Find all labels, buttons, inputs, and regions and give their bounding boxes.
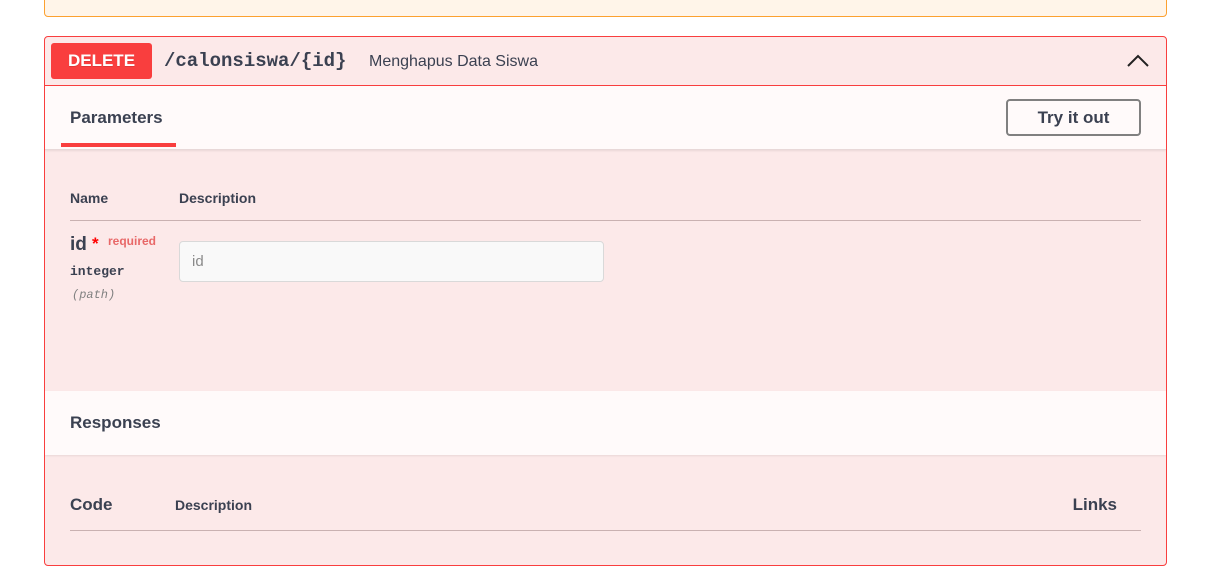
column-header-description: Description bbox=[179, 190, 257, 206]
parameter-location: (path) bbox=[72, 288, 116, 302]
parameters-header: Parameters Try it out bbox=[45, 86, 1166, 150]
operation-summary[interactable]: DELETE /calonsiswa/{id} Menghapus Data S… bbox=[45, 37, 1166, 86]
id-input[interactable] bbox=[179, 241, 604, 282]
responses-header: Responses bbox=[45, 391, 1166, 455]
responses-table: Code Description Links bbox=[45, 455, 1166, 565]
required-label: required bbox=[108, 234, 157, 248]
operation-description: Menghapus Data Siswa bbox=[369, 53, 538, 70]
tab-parameters[interactable]: Parameters bbox=[70, 108, 163, 128]
chevron-up-icon[interactable] bbox=[1126, 49, 1150, 73]
column-header-response-description: Description bbox=[175, 497, 253, 513]
previous-operation-block[interactable] bbox=[44, 0, 1167, 17]
column-header-name: Name bbox=[70, 190, 109, 206]
parameter-name: id bbox=[70, 234, 87, 255]
try-it-out-button[interactable]: Try it out bbox=[1006, 99, 1141, 136]
parameters-table: Name Description id * required integer (… bbox=[45, 150, 1166, 391]
parameter-type: integer bbox=[70, 264, 125, 279]
delete-operation-block: DELETE /calonsiswa/{id} Menghapus Data S… bbox=[44, 36, 1167, 566]
tab-active-indicator bbox=[61, 143, 176, 147]
responses-title: Responses bbox=[70, 413, 161, 432]
column-header-links: Links bbox=[1072, 495, 1117, 514]
method-badge: DELETE bbox=[51, 43, 152, 79]
table-divider bbox=[70, 530, 1141, 531]
table-divider bbox=[70, 220, 1141, 221]
column-header-code: Code bbox=[70, 495, 113, 514]
required-asterisk: * bbox=[92, 234, 99, 253]
operation-path: /calonsiswa/{id} bbox=[164, 50, 347, 72]
